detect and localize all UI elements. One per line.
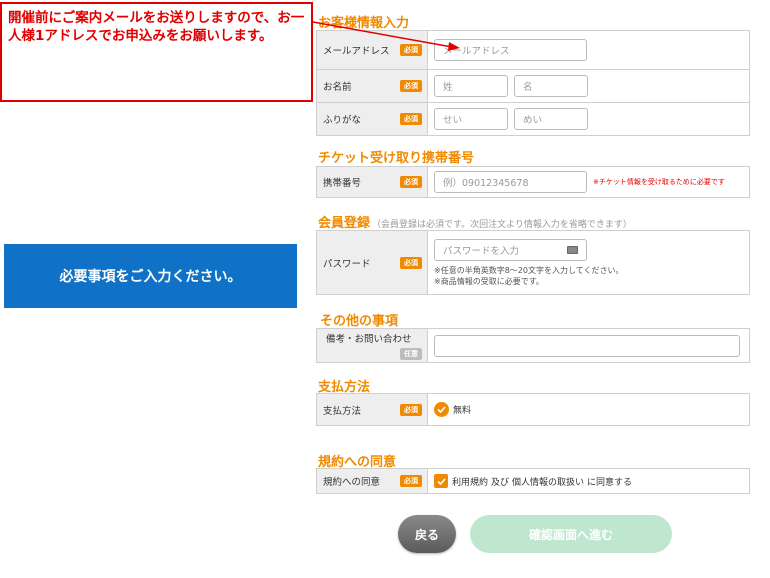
phone-label-cell: 携帯番号 必須 bbox=[317, 167, 428, 197]
phone-note: ※チケット情報を受け取るために必要です bbox=[593, 178, 725, 186]
last-kana-input[interactable]: せい bbox=[434, 108, 508, 130]
next-confirm-button-label: 確認画面へ進む bbox=[528, 527, 613, 542]
payment-value-cell: 無料 bbox=[428, 394, 749, 425]
required-badge: 必須 bbox=[400, 44, 422, 56]
password-label-cell: パスワード 必須 bbox=[317, 231, 428, 294]
back-button-label: 戻る bbox=[414, 527, 439, 542]
other-table: 備考・お問い合わせ 任意 bbox=[316, 328, 750, 363]
last-kana-placeholder: せい bbox=[443, 115, 463, 126]
other-section-title-text: その他の事項 bbox=[320, 314, 399, 329]
email-label: メールアドレス bbox=[323, 46, 390, 57]
payment-method-value: 無料 bbox=[453, 406, 472, 416]
back-button[interactable]: 戻る bbox=[398, 515, 456, 553]
remarks-label-cell: 備考・お問い合わせ 任意 bbox=[317, 329, 428, 362]
member-section-title: 会員登録 （会員登録は必須です。次回注文より情報入力を省略できます） bbox=[318, 212, 632, 231]
payment-label: 支払方法 bbox=[323, 405, 362, 417]
agree-checkbox-check-icon[interactable] bbox=[434, 474, 448, 488]
name-row: お名前 必須 姓 名 bbox=[317, 69, 749, 102]
phone-placeholder: 例）09012345678 bbox=[443, 178, 529, 189]
kana-label: ふりがな bbox=[323, 115, 362, 126]
phone-value-cell: 例）09012345678 ※チケット情報を受け取るために必要です bbox=[428, 167, 749, 197]
phone-row: 携帯番号 必須 例）09012345678 ※チケット情報を受け取るために必要で… bbox=[317, 167, 749, 197]
remarks-row: 備考・お問い合わせ 任意 bbox=[317, 329, 749, 362]
phone-label: 携帯番号 bbox=[323, 178, 362, 189]
first-kana-input[interactable]: めい bbox=[514, 108, 588, 130]
payment-row: 支払方法 必須 無料 bbox=[317, 394, 749, 425]
name-label: お名前 bbox=[323, 82, 352, 93]
payment-label-cell: 支払方法 必須 bbox=[317, 394, 428, 425]
email-row: メールアドレス 必須 メールアドレス bbox=[317, 31, 749, 69]
remarks-value-cell bbox=[428, 329, 749, 362]
member-section-note: （会員登録は必須です。次回注文より情報入力を省略できます） bbox=[372, 220, 632, 230]
email-input[interactable]: メールアドレス bbox=[434, 39, 587, 61]
password-toggle-icon[interactable] bbox=[567, 245, 578, 254]
password-note-1: ※任意の半角英数字8～20文字を入力してください。 bbox=[434, 265, 624, 275]
kana-value-cell: せい めい bbox=[428, 103, 749, 135]
ticket-section-title-text: チケット受け取り携帯番号 bbox=[318, 151, 475, 166]
required-badge: 必須 bbox=[400, 113, 422, 125]
required-badge: 必須 bbox=[400, 403, 422, 416]
terms-label-cell: 規約への同意 必須 bbox=[317, 469, 428, 493]
required-badge: 必須 bbox=[400, 176, 422, 188]
ticket-section-title: チケット受け取り携帯番号 bbox=[318, 147, 474, 166]
last-name-placeholder: 姓 bbox=[443, 82, 453, 93]
member-table: パスワード 必須 パスワードを入力 ※任意の半角英数字8～20文字を入力してくだ… bbox=[316, 230, 750, 295]
last-name-input[interactable]: 姓 bbox=[434, 75, 508, 97]
email-label-cell: メールアドレス 必須 bbox=[317, 31, 428, 69]
terms-agree-text: に同意する bbox=[587, 477, 633, 488]
annotation-callout-text: 開催前にご案内メールをお送りしますので、お一人様1アドレスでお申込みをお願いしま… bbox=[8, 10, 305, 44]
name-label-cell: お名前 必須 bbox=[317, 70, 428, 102]
annotation-blue-box-text: 必要事項をご入力ください。 bbox=[59, 269, 242, 285]
selected-radio-check-icon[interactable] bbox=[434, 402, 449, 417]
next-confirm-button[interactable]: 確認画面へ進む bbox=[470, 515, 672, 553]
kana-label-cell: ふりがな 必須 bbox=[317, 103, 428, 135]
password-input[interactable]: パスワードを入力 bbox=[434, 238, 587, 261]
customer-info-table: メールアドレス 必須 メールアドレス お名前 必須 姓 名 ふりがな 必須 せい… bbox=[316, 30, 750, 136]
terms-of-use-link[interactable]: 利用規約 bbox=[452, 475, 488, 488]
ticket-table: 携帯番号 必須 例）09012345678 ※チケット情報を受け取るために必要で… bbox=[316, 166, 750, 198]
privacy-policy-link[interactable]: 個人情報の取扱い bbox=[512, 475, 584, 488]
remarks-label: 備考・お問い合わせ bbox=[326, 334, 412, 345]
optional-badge: 任意 bbox=[400, 348, 422, 360]
customer-section-title-text: お客様情報入力 bbox=[318, 16, 410, 31]
terms-table: 規約への同意 必須 利用規約 及び 個人情報の取扱い に同意する bbox=[316, 468, 750, 494]
password-value-cell: パスワードを入力 ※任意の半角英数字8～20文字を入力してください。 ※商品情報… bbox=[428, 231, 749, 294]
password-row: パスワード 必須 パスワードを入力 ※任意の半角英数字8～20文字を入力してくだ… bbox=[317, 231, 749, 294]
password-label: パスワード bbox=[323, 258, 371, 270]
customer-section-title: お客様情報入力 bbox=[318, 12, 409, 31]
email-placeholder: メールアドレス bbox=[443, 46, 510, 57]
terms-label: 規約への同意 bbox=[323, 477, 381, 488]
required-badge: 必須 bbox=[400, 80, 422, 92]
terms-value-cell: 利用規約 及び 個人情報の取扱い に同意する bbox=[428, 469, 749, 493]
annotation-blue-box: 必要事項をご入力ください。 bbox=[4, 244, 297, 308]
required-badge: 必須 bbox=[400, 256, 422, 269]
email-value-cell: メールアドレス bbox=[428, 31, 749, 69]
first-name-placeholder: 名 bbox=[523, 82, 533, 93]
phone-input[interactable]: 例）09012345678 bbox=[434, 171, 587, 193]
first-name-input[interactable]: 名 bbox=[514, 75, 588, 97]
first-kana-placeholder: めい bbox=[523, 115, 543, 126]
terms-and-text: 及び bbox=[491, 477, 510, 488]
terms-row: 規約への同意 必須 利用規約 及び 個人情報の取扱い に同意する bbox=[317, 469, 749, 493]
password-placeholder: パスワードを入力 bbox=[443, 245, 520, 257]
kana-row: ふりがな 必須 せい めい bbox=[317, 102, 749, 135]
payment-table: 支払方法 必須 無料 bbox=[316, 393, 750, 426]
remarks-input[interactable] bbox=[434, 334, 740, 357]
name-value-cell: 姓 名 bbox=[428, 70, 749, 102]
required-badge: 必須 bbox=[400, 475, 422, 487]
password-note-2: ※商品情報の受取に必要です。 bbox=[434, 276, 544, 286]
member-section-title-text: 会員登録 bbox=[318, 216, 371, 231]
other-section-title: その他の事項 bbox=[320, 310, 398, 329]
annotation-callout: 開催前にご案内メールをお送りしますので、お一人様1アドレスでお申込みをお願いしま… bbox=[0, 2, 313, 102]
